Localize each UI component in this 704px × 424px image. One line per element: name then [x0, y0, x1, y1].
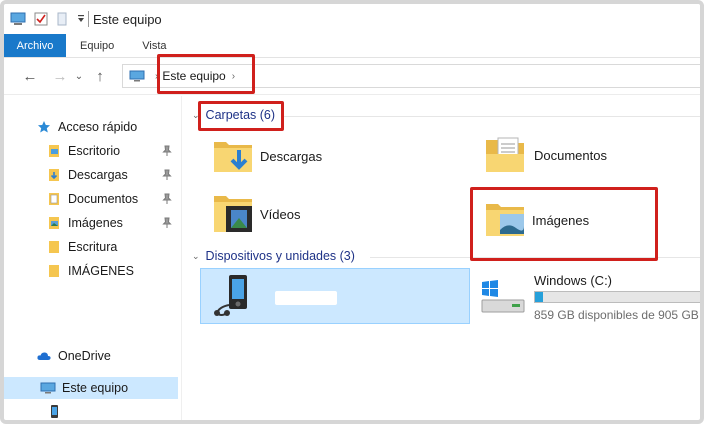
sidebar-item-device[interactable] — [4, 401, 180, 420]
toolbar-separator — [88, 11, 89, 27]
new-folder-icon[interactable] — [56, 12, 68, 26]
tab-archivo[interactable]: Archivo — [4, 34, 66, 57]
sidebar-item-documentos[interactable]: Documentos — [4, 188, 180, 210]
collapse-caret-icon[interactable]: ⌄ — [192, 251, 200, 262]
folder-tile-videos[interactable]: Vídeos — [212, 192, 300, 236]
sidebar-item-acceso-rapido[interactable]: Acceso rápido — [4, 116, 180, 138]
sidebar-item-onedrive[interactable]: OneDrive — [4, 345, 180, 367]
documents-folder-icon — [486, 137, 524, 172]
group-divider — [284, 116, 700, 117]
tab-equipo[interactable]: Equipo — [66, 34, 128, 57]
group-title: Dispositivos y unidades (3) — [205, 249, 355, 263]
pin-icon[interactable] — [162, 193, 172, 205]
windows-drive-icon — [481, 280, 525, 313]
sidebar-item-label: Escritorio — [68, 144, 121, 158]
documents-folder-icon — [46, 192, 62, 206]
device-name-label — [275, 291, 337, 305]
up-arrow-icon[interactable]: ↑ — [88, 65, 112, 89]
drive-usage-fill — [535, 292, 544, 302]
folder-tile-documentos[interactable]: Documentos — [484, 134, 607, 176]
title-bar: Este equipo — [4, 4, 700, 34]
group-header-dispositivos[interactable]: ⌄ Dispositivos y unidades (3) — [192, 249, 355, 263]
folder-tile-descargas[interactable]: Descargas — [212, 136, 322, 176]
drive-usage-bar — [534, 291, 700, 303]
folder-label: Vídeos — [260, 206, 301, 222]
desktop-folder-icon — [46, 144, 62, 158]
downloads-folder-icon — [214, 142, 252, 172]
recent-locations-chevron-icon[interactable]: ⌄ — [72, 65, 86, 89]
sidebar-item-label: Este equipo — [62, 381, 129, 395]
videos-folder-icon — [214, 196, 252, 232]
sidebar-item-imagenes-folder[interactable]: IMÁGENES — [4, 260, 180, 282]
this-pc-icon — [40, 381, 56, 395]
properties-icon[interactable] — [34, 12, 48, 26]
this-pc-icon — [129, 70, 145, 82]
folder-icon — [46, 264, 62, 278]
sidebar-item-este-equipo[interactable]: Este equipo — [4, 377, 178, 399]
back-arrow-icon[interactable]: ← — [18, 65, 42, 89]
sidebar-item-label: Documentos — [68, 192, 139, 206]
sidebar-item-label: Escritura — [68, 240, 118, 254]
pin-icon[interactable] — [162, 169, 172, 181]
sidebar-item-label: Imágenes — [68, 216, 123, 230]
forward-arrow-icon[interactable]: → — [48, 65, 72, 89]
sidebar-item-escritorio[interactable]: Escritorio — [4, 140, 180, 162]
phone-icon — [46, 405, 62, 419]
device-tile-phone[interactable] — [200, 268, 470, 324]
cloud-icon — [36, 349, 52, 363]
ribbon-tabs: Archivo Equipo Vista — [4, 34, 700, 58]
drive-free-space: 859 GB disponibles de 905 GB — [534, 308, 699, 322]
sidebar-item-escritura[interactable]: Escritura — [4, 236, 180, 258]
explorer-window: Este equipo Archivo Equipo Vista ← → ⌄ ↑… — [0, 0, 704, 424]
pin-icon[interactable] — [162, 145, 172, 157]
quick-access-toolbar — [10, 12, 86, 26]
this-pc-icon — [10, 12, 26, 25]
media-player-icon — [214, 275, 247, 316]
navigation-bar: ← → ⌄ ↑ › Este equipo › — [4, 59, 700, 95]
highlight-box-carpetas — [198, 101, 284, 131]
customize-toolbar-icon[interactable] — [76, 14, 86, 24]
star-icon — [36, 120, 52, 134]
pin-icon[interactable] — [162, 217, 172, 229]
folder-label: Documentos — [534, 147, 607, 163]
sidebar-item-imagenes[interactable]: Imágenes — [4, 212, 180, 234]
sidebar-item-label: Descargas — [68, 168, 128, 182]
pictures-folder-icon — [46, 216, 62, 230]
sidebar-item-label: Acceso rápido — [58, 120, 138, 134]
highlight-box-address — [157, 54, 255, 94]
sidebar-item-label: OneDrive — [58, 349, 111, 363]
highlight-box-imagenes — [470, 187, 658, 261]
drive-name[interactable]: Windows (C:) — [534, 273, 612, 288]
window-title: Este equipo — [93, 11, 162, 27]
navigation-pane: Acceso rápido Escritorio Descargas Docum… — [4, 96, 182, 420]
folder-label: Descargas — [260, 148, 323, 164]
sidebar-item-descargas[interactable]: Descargas — [4, 164, 180, 186]
downloads-folder-icon — [46, 168, 62, 182]
folder-icon — [46, 240, 62, 254]
sidebar-item-label: IMÁGENES — [68, 264, 134, 278]
